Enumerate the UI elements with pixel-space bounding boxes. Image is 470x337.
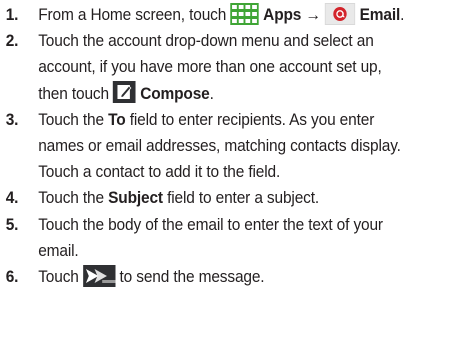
step-5: 5. Touch the body of the email to enter … <box>0 212 449 264</box>
step-line: then touch Compose. <box>38 81 449 107</box>
step-line: account, if you have more than one accou… <box>38 58 382 77</box>
apps-label: Apps <box>263 6 302 24</box>
step-text: Touch the <box>38 110 109 129</box>
subject-field-label: Subject <box>108 189 163 208</box>
to-field-label: To <box>108 110 126 129</box>
step-number: 6. <box>5 268 19 287</box>
compose-icon <box>113 81 137 104</box>
email-label: Email <box>359 6 401 24</box>
step-line: names or email addresses, matching conta… <box>38 137 401 156</box>
step-3: 3. Touch the To field to enter recipient… <box>0 107 449 186</box>
step-text: field to enter recipients. As you enter <box>125 110 375 129</box>
send-icon <box>82 264 116 287</box>
step-line: Touch the account drop-down menu and sel… <box>38 32 374 51</box>
step-line: Touch the body of the email to enter the… <box>38 215 383 234</box>
instruction-list: 1. From a Home screen, touch Apps → Emai… <box>0 2 470 290</box>
step-line: Touch the To field to enter recipients. … <box>38 107 449 133</box>
step-text: then touch <box>38 84 114 103</box>
step-text: to send the message. <box>115 268 265 287</box>
step-text: From a Home screen, touch <box>38 6 231 24</box>
step-text: Touch the <box>38 189 109 208</box>
step-2: 2. Touch the account drop-down menu and … <box>0 28 449 107</box>
step-number: 5. <box>5 215 19 234</box>
step-number: 4. <box>5 189 19 208</box>
step-line: Touch a contact to add it to the field. <box>38 163 281 182</box>
step-text: Touch <box>38 268 83 287</box>
step-line: From a Home screen, touch Apps → Email. <box>38 2 449 28</box>
step-6: 6. Touch to send the message. <box>0 264 449 290</box>
step-number: 2. <box>5 32 19 51</box>
compose-label: Compose <box>140 84 210 103</box>
step-4: 4. Touch the Subject field to enter a su… <box>0 185 449 211</box>
step-text: field to enter a subject. <box>162 189 320 208</box>
arrow-symbol: → <box>301 6 325 24</box>
step-line: email. <box>38 241 79 260</box>
step-line: Touch to send the message. <box>38 264 449 290</box>
step-line: Touch the Subject field to enter a subje… <box>38 185 449 211</box>
step-text: . <box>209 84 214 103</box>
step-text: . <box>400 6 405 24</box>
apps-grid-icon <box>230 2 260 25</box>
email-icon <box>324 2 356 25</box>
step-number: 1. <box>5 6 19 24</box>
step-number: 3. <box>5 110 19 129</box>
step-1: 1. From a Home screen, touch Apps → Emai… <box>0 2 449 28</box>
